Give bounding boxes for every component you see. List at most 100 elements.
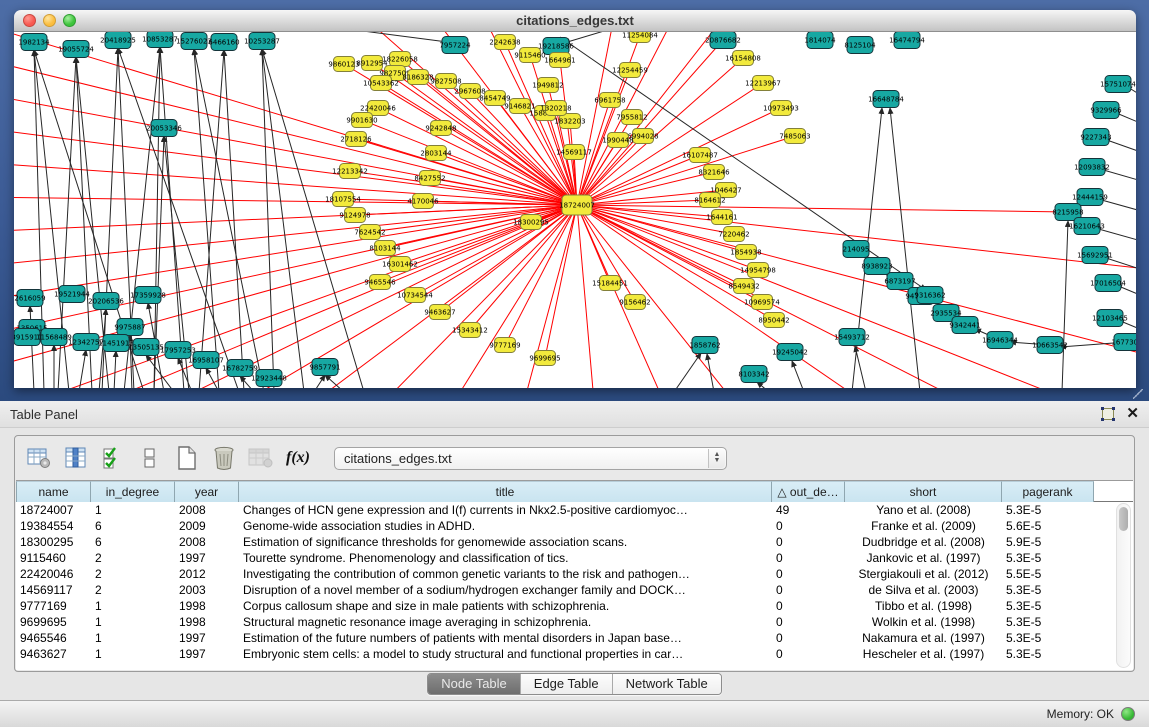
graph-node[interactable]: 214095 [843,241,870,258]
graph-node[interactable]: 18724007 [559,195,595,215]
graph-node[interactable]: 7955812 [616,110,647,125]
graph-node[interactable]: 16154808 [725,51,761,66]
graph-node[interactable]: 4170046 [407,194,439,209]
citation-network-graph[interactable]: 1982134190557242041892510853287152760236… [14,32,1136,388]
table-row[interactable]: 946554611997Estimation of the future num… [16,630,1133,646]
graph-node[interactable]: 11568489 [36,329,72,346]
graph-node[interactable]: 20206536 [88,293,124,310]
graph-node[interactable]: 14954798 [740,263,776,278]
column-header-short[interactable]: short [845,481,1002,502]
column-header-year[interactable]: year [175,481,239,502]
graph-node[interactable]: 9465546 [364,275,396,290]
graph-node[interactable]: 16946344 [982,332,1018,349]
graph-node[interactable]: 2616059 [14,290,45,307]
graph-node[interactable]: 1949812 [532,78,563,93]
delete-table-button[interactable] [209,444,239,472]
graph-node[interactable]: 12923448 [251,370,287,387]
graph-node[interactable]: 9777169 [489,338,520,353]
graph-node[interactable]: 2718126 [340,132,372,147]
graph-node[interactable]: 10969574 [744,295,780,310]
graph-node[interactable]: 12213967 [745,76,781,91]
graph-node[interactable]: 12444159 [1072,189,1108,206]
table-row[interactable]: 946362711997Embryonic stem cells: a mode… [16,646,1133,662]
float-panel-icon[interactable] [1102,408,1114,420]
table-row[interactable]: 2242004622012Investigating the contribut… [16,566,1133,582]
graph-node[interactable]: 15493712 [834,329,870,346]
table-row[interactable]: 977716911998Corpus callosum shape and si… [16,598,1133,614]
graph-node[interactable]: 8103144 [369,241,401,256]
graph-node[interactable]: 15184451 [592,276,628,291]
graph-node[interactable]: 6466160 [208,34,239,51]
show-columns-button[interactable] [61,444,91,472]
graph-node[interactable]: 16210643 [1069,218,1105,235]
graph-node[interactable]: 18107554 [325,192,361,207]
graph-node[interactable]: 8125104 [844,37,876,54]
graph-node[interactable]: 10853287 [142,32,178,48]
column-header-out_de[interactable]: △ out_de… [772,481,845,502]
graph-node[interactable]: 19521944 [54,286,90,303]
column-header-name[interactable]: name [16,481,91,502]
row-height-button[interactable] [135,444,165,472]
graph-node[interactable]: 19245042 [772,344,808,361]
graph-node[interactable]: 9975887 [114,319,145,336]
graph-node[interactable]: 9860123 [328,57,359,72]
graph-node[interactable]: 15276023 [176,33,212,50]
table-select-dropdown[interactable]: citations_edges.txt ▲▼ [334,447,727,470]
graph-node[interactable]: 9857791 [309,359,340,376]
graph-node[interactable]: 9316362 [914,287,945,304]
column-header-pagerank[interactable]: pagerank [1002,481,1094,502]
graph-node[interactable]: 9124978 [339,208,370,223]
graph-node[interactable]: 9342441 [949,317,980,334]
graph-node[interactable]: 17359928 [130,287,166,304]
close-panel-icon[interactable]: ✕ [1126,407,1139,421]
graph-node[interactable]: 7220462 [718,227,749,242]
table-settings-button[interactable] [24,444,54,472]
graph-node[interactable]: 19055724 [58,41,94,58]
graph-node[interactable]: 8938923 [861,258,892,275]
scrollbar-thumb[interactable] [1119,507,1128,531]
vertical-scrollbar[interactable] [1116,503,1131,668]
graph-node[interactable]: 16648784 [868,91,904,108]
graph-node[interactable]: 7624542 [354,225,385,240]
graph-node[interactable]: 8321646 [698,165,730,180]
graph-node[interactable]: 8103342 [738,366,769,383]
graph-node[interactable]: 10973493 [763,101,799,116]
column-header-title[interactable]: title [239,481,772,502]
column-header-in_degree[interactable]: in_degree [91,481,175,502]
graph-node[interactable]: 9827508 [430,74,461,89]
minimize-window-button[interactable] [43,14,56,27]
graph-node[interactable]: 8427552 [414,171,445,186]
table-row[interactable]: 1938455462009Genome-wide association stu… [16,518,1133,534]
graph-node[interactable]: 17016504 [1090,275,1126,292]
graph-node[interactable]: 20053346 [146,120,182,137]
graph-node[interactable]: 1982134 [18,34,50,51]
graph-node[interactable]: 16958107 [188,352,224,369]
table-row[interactable]: 1456911722003Disruption of a novel membe… [16,582,1133,598]
graph-node[interactable]: 12093832 [1074,159,1110,176]
graph-node[interactable]: 6873197 [884,273,915,290]
select-rows-button[interactable] [98,444,128,472]
graph-node[interactable]: 1814074 [804,32,836,49]
table-row[interactable]: 1872400712008Changes of HCN gene express… [16,502,1133,518]
table-row[interactable]: 911546021997Tourette syndrome. Phenomeno… [16,550,1133,566]
table-row[interactable]: 1830029562008Estimation of significance … [16,534,1133,550]
graph-node[interactable]: 12254459 [612,63,648,78]
graph-node[interactable]: 15751074 [1100,76,1136,93]
tab-edge-table[interactable]: Edge Table [521,674,613,694]
graph-node[interactable]: 9227343 [1080,129,1111,146]
graph-node[interactable]: 1858762 [689,337,720,354]
graph-node[interactable]: 9329966 [1090,102,1122,119]
graph-node[interactable]: 7485063 [779,129,810,144]
tab-network-table[interactable]: Network Table [613,674,721,694]
graph-node[interactable]: 20418925 [100,32,136,49]
graph-node[interactable]: 12103465 [1092,310,1128,327]
graph-node[interactable]: 9463627 [424,305,455,320]
graph-node[interactable]: 16474794 [889,32,925,49]
network-canvas[interactable]: 1982134190557242041892510853287152760236… [14,32,1136,388]
table-row[interactable]: 969969511998Structural magnetic resonanc… [16,614,1133,630]
graph-node[interactable]: 10663542 [1032,337,1068,354]
graph-node[interactable]: 15343412 [452,323,488,338]
graph-node[interactable]: 20876682 [705,32,741,49]
graph-node[interactable]: 1677302 [1111,334,1136,351]
graph-node[interactable]: 12213342 [332,164,368,179]
